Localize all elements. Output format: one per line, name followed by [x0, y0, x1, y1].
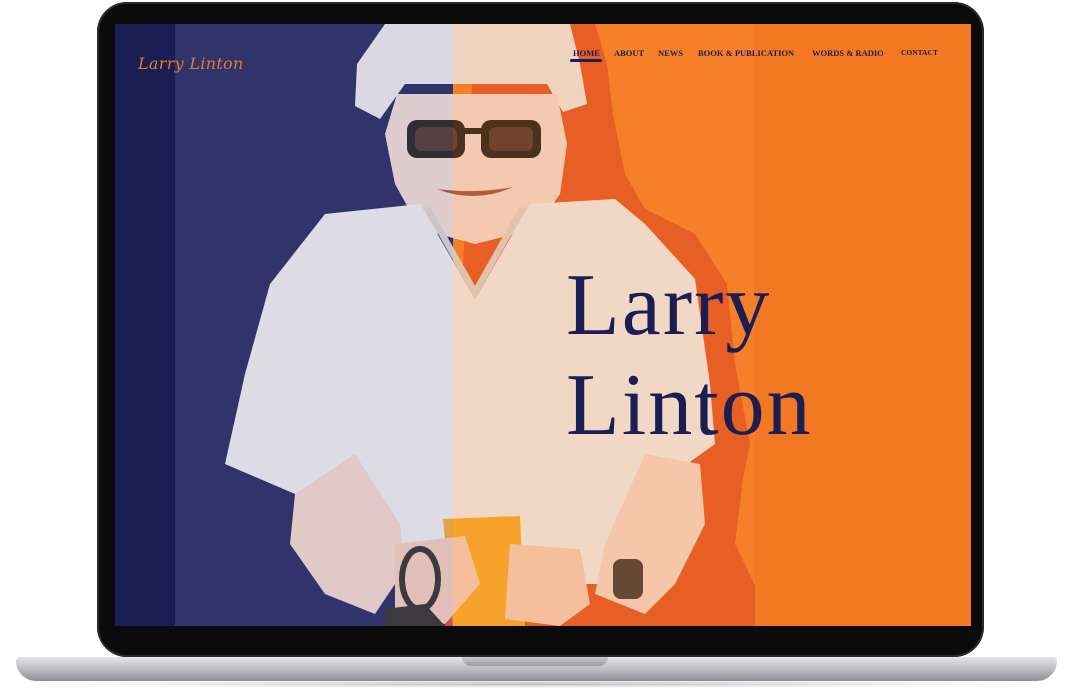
nav-about[interactable]: ABOUT — [614, 48, 644, 58]
nav-book-publication[interactable]: BOOK & PUBLICATION — [698, 48, 794, 58]
nav-home[interactable]: HOME — [573, 48, 600, 58]
hero-title: Larry Linton — [566, 256, 946, 456]
website-screen: Larry Linton HOME ABOUT NEWS BOOK & PUBL… — [115, 24, 971, 626]
nav-news[interactable]: NEWS — [658, 48, 683, 58]
nav-words-radio[interactable]: WORDS & RADIO — [812, 48, 884, 58]
laptop-notch — [462, 657, 608, 666]
nav-contact[interactable]: CONTACT — [901, 48, 938, 57]
laptop-shadow — [30, 680, 1040, 688]
hero-title-line-1: Larry — [566, 257, 772, 354]
main-nav: HOME ABOUT NEWS BOOK & PUBLICATION WORDS… — [115, 48, 971, 68]
nav-active-indicator — [570, 59, 602, 62]
hero-title-line-2: Linton — [566, 357, 813, 454]
